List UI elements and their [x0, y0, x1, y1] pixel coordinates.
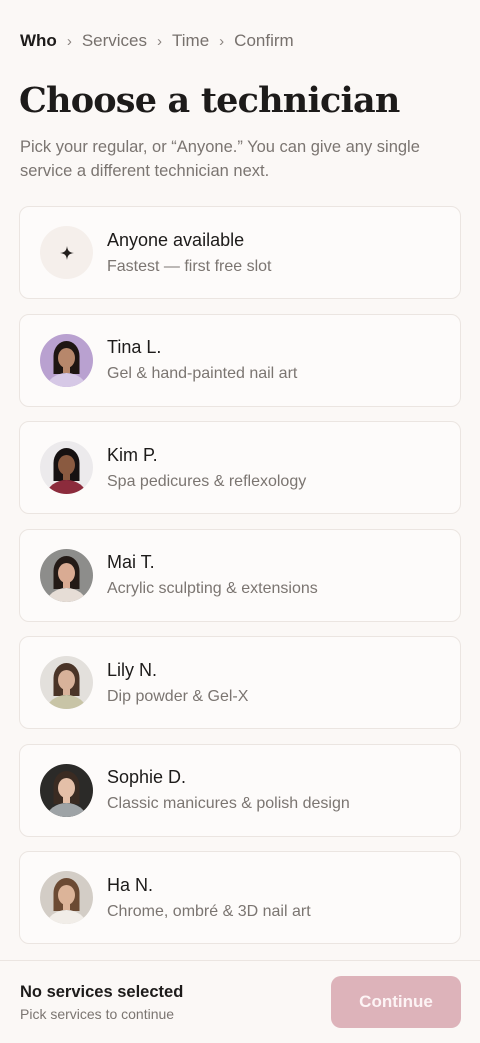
- technician-option-ha[interactable]: Ha N. Chrome, ombré & 3D nail art: [19, 851, 461, 944]
- technician-specialty: Gel & hand-painted nail art: [107, 365, 298, 382]
- technician-specialty: Classic manicures & polish design: [107, 795, 350, 812]
- technician-option-lily[interactable]: Lily N. Dip powder & Gel-X: [19, 636, 461, 729]
- technician-list: Anyone available Fastest — first free sl…: [19, 206, 461, 959]
- page-subtitle: Pick your regular, or “Anyone.” You can …: [20, 138, 420, 180]
- page-title: Choose a technician: [19, 80, 400, 121]
- technician-option-mai[interactable]: Mai T. Acrylic sculpting & extensions: [19, 528, 461, 622]
- technician-info: Sophie D. Classic manicures & polish des…: [107, 767, 350, 813]
- chevron-right-icon: ›: [157, 32, 163, 50]
- technician-name: Lily N.: [107, 659, 158, 680]
- technician-info: Tina L. Gel & hand-painted nail art: [107, 337, 297, 383]
- avatar: [40, 441, 93, 494]
- technician-info: Ha N. Chrome, ombré & 3D nail art: [107, 875, 311, 921]
- avatar: [40, 333, 93, 387]
- technician-info: Kim P. Spa pedicures & reflexology: [107, 445, 306, 491]
- technician-info: Anyone available Fastest — first free sl…: [107, 230, 271, 276]
- technician-specialty: Spa pedicures & reflexology: [107, 472, 307, 490]
- technician-name: Anyone available: [107, 229, 245, 250]
- technician-option-tina[interactable]: Tina L. Gel & hand-painted nail art: [19, 313, 461, 407]
- continue-button[interactable]: Continue: [331, 976, 461, 1028]
- breadcrumb-step-services[interactable]: Services: [82, 31, 147, 51]
- breadcrumb: Who › Services › Time › Confirm: [20, 31, 294, 51]
- technician-name: Ha N.: [107, 874, 154, 895]
- technician-name: Sophie D.: [107, 767, 187, 787]
- technician-info: Mai T. Acrylic sculpting & extensions: [107, 552, 318, 598]
- technician-specialty: Acrylic sculpting & extensions: [107, 580, 318, 597]
- breadcrumb-step-time[interactable]: Time: [172, 31, 209, 51]
- avatar: [40, 871, 93, 924]
- avatar: [40, 656, 93, 709]
- selection-summary: No services selected: [20, 983, 184, 1001]
- technician-option-sophie[interactable]: Sophie D. Classic manicures & polish des…: [19, 743, 461, 837]
- breadcrumb-step-confirm[interactable]: Confirm: [234, 31, 294, 51]
- selection-footer: No services selected Pick services to co…: [0, 960, 480, 1043]
- technician-option-anyone[interactable]: Anyone available Fastest — first free sl…: [19, 206, 461, 299]
- technician-name: Kim P.: [107, 444, 158, 465]
- breadcrumb-step-who[interactable]: Who: [20, 31, 57, 51]
- technician-specialty: Fastest — first free slot: [107, 257, 272, 275]
- sparkle-icon: [40, 226, 93, 279]
- chevron-right-icon: ›: [66, 32, 72, 50]
- avatar: [40, 548, 93, 602]
- technician-option-kim[interactable]: Kim P. Spa pedicures & reflexology: [19, 421, 461, 514]
- avatar: [40, 763, 93, 817]
- technician-info: Lily N. Dip powder & Gel-X: [107, 660, 248, 706]
- chevron-right-icon: ›: [219, 32, 225, 50]
- technician-name: Mai T.: [107, 552, 155, 572]
- selection-hint: Pick services to continue: [20, 1006, 175, 1022]
- technician-specialty: Dip powder & Gel-X: [107, 687, 249, 705]
- technician-name: Tina L.: [107, 337, 162, 357]
- technician-specialty: Chrome, ombré & 3D nail art: [107, 902, 311, 920]
